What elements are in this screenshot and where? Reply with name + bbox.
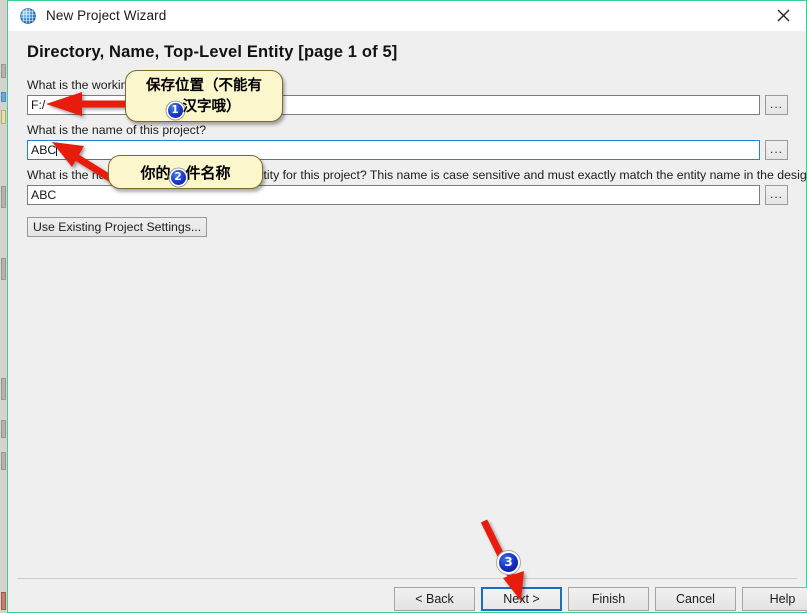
- top-level-entity-input[interactable]: ABC: [27, 185, 760, 205]
- window-title: New Project Wizard: [46, 8, 167, 23]
- cancel-button[interactable]: Cancel: [655, 587, 736, 611]
- close-icon[interactable]: [761, 0, 806, 30]
- ellipsis-icon: ...: [769, 142, 783, 156]
- project-name-input[interactable]: ABC: [27, 140, 760, 160]
- project-name-browse-button[interactable]: ...: [765, 140, 788, 160]
- ellipsis-icon: ...: [769, 97, 783, 111]
- screen: New Project Wizard Directory, Name, Top-…: [0, 0, 807, 613]
- top-level-entity-label: What is the name of the top-level design…: [27, 168, 807, 182]
- working-directory-label: What is the working directory for this p…: [27, 78, 273, 92]
- quartus-globe-icon: [19, 7, 37, 25]
- finish-button[interactable]: Finish: [568, 587, 649, 611]
- working-directory-browse-button[interactable]: ...: [765, 95, 788, 115]
- text-caret: [56, 143, 58, 156]
- back-button[interactable]: < Back: [394, 587, 475, 611]
- top-level-entity-browse-button[interactable]: ...: [765, 185, 788, 205]
- next-button[interactable]: Next >: [481, 587, 562, 611]
- new-project-wizard-dialog: New Project Wizard Directory, Name, Top-…: [7, 0, 807, 613]
- project-name-label: What is the name of this project?: [27, 123, 207, 137]
- dialog-body: Directory, Name, Top-Level Entity [page …: [8, 31, 807, 612]
- title-bar: New Project Wizard: [8, 0, 806, 31]
- working-directory-input[interactable]: F:/: [27, 95, 760, 115]
- help-button[interactable]: Help: [742, 587, 807, 611]
- project-name-value: ABC: [31, 143, 57, 157]
- ellipsis-icon: ...: [769, 187, 783, 201]
- background-app-strip: [0, 0, 7, 613]
- use-existing-project-settings-button[interactable]: Use Existing Project Settings...: [27, 217, 208, 237]
- footer-divider: [17, 578, 797, 579]
- page-title: Directory, Name, Top-Level Entity [page …: [27, 43, 398, 61]
